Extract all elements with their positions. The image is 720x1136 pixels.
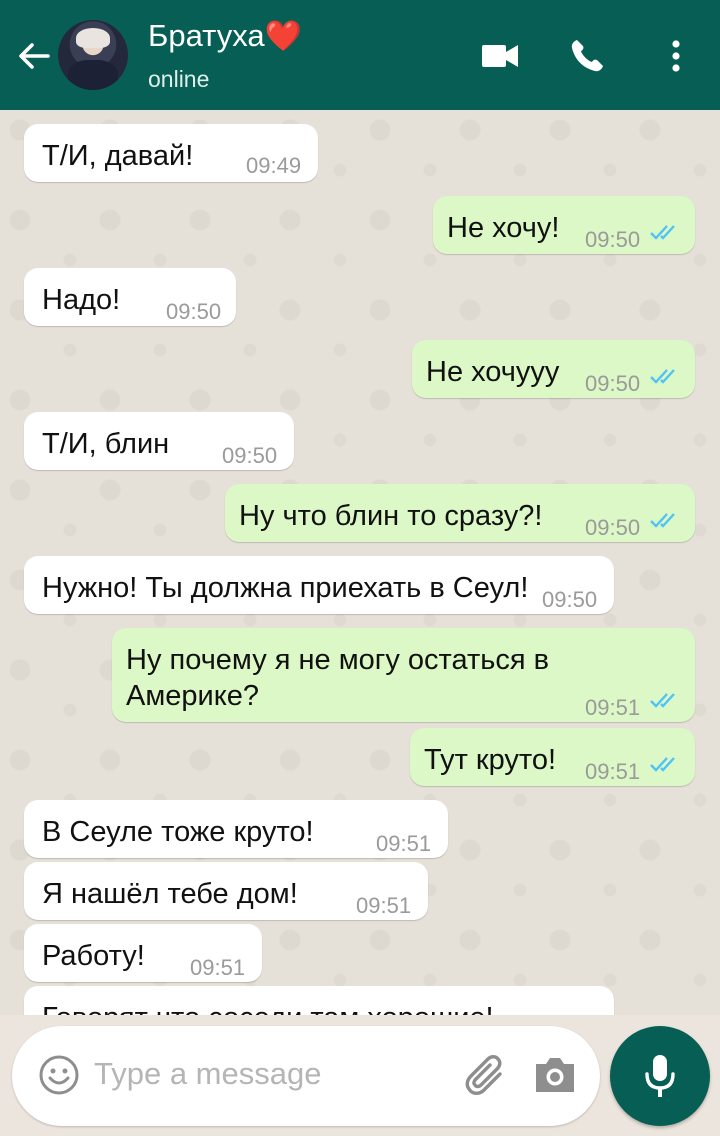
message-time: 09:50	[585, 227, 641, 252]
message-text: Т/И, давай!	[42, 140, 194, 172]
message-input[interactable]: Type a message	[94, 1056, 321, 1092]
message-incoming[interactable]: Работу! 09:51	[24, 924, 262, 982]
read-ticks-icon	[650, 513, 675, 528]
emoji-icon[interactable]	[38, 1054, 80, 1096]
message-text: Тут круто!	[424, 744, 557, 776]
message-text: Говорят что соседи там хорошие!	[42, 1000, 494, 1015]
message-text: Т/И, блин	[42, 428, 170, 460]
message-time: 09:50	[166, 299, 222, 324]
message-incoming[interactable]: Я нашёл тебе дом! 09:51	[24, 862, 428, 920]
message-time: 09:50	[542, 587, 598, 612]
message-time: 09:50	[585, 371, 641, 396]
message-time: 09:51	[585, 695, 641, 720]
arrow-left-icon[interactable]	[14, 36, 54, 76]
read-ticks-icon	[650, 693, 675, 708]
message-time: 09:51	[356, 893, 412, 918]
read-ticks-icon	[650, 757, 675, 772]
contact-name[interactable]: Братуха❤️	[148, 18, 302, 54]
message-time: 09:50	[222, 443, 278, 468]
message-text: Ну почему я не могу остаться в Америке?	[126, 644, 550, 712]
message-text: Работу!	[42, 940, 145, 972]
message-outgoing[interactable]: Ну почему я не могу остаться в Америке? …	[112, 628, 695, 722]
message-text: Не хочу!	[447, 212, 560, 244]
read-ticks-icon	[650, 225, 675, 240]
message-list[interactable]: Т/И, давай! 09:49 Не хочу! 09:50 Надо! 0…	[0, 110, 720, 1015]
message-text: Я нашёл тебе дом!	[42, 878, 298, 910]
phone-icon[interactable]	[567, 36, 607, 76]
camera-icon[interactable]	[532, 1054, 578, 1096]
message-incoming[interactable]: В Сеуле тоже круто! 09:51	[24, 800, 448, 858]
message-incoming[interactable]: Надо! 09:50	[24, 268, 236, 326]
microphone-icon	[645, 1055, 675, 1097]
message-outgoing[interactable]: Ну что блин то сразу?! 09:50	[225, 484, 695, 542]
more-vertical-icon[interactable]	[656, 36, 696, 76]
voice-record-button[interactable]	[610, 1026, 710, 1126]
message-outgoing[interactable]: Не хочууу 09:50	[412, 340, 695, 398]
contact-name-text: Братуха	[148, 18, 265, 53]
message-time: 09:50	[585, 515, 641, 540]
contact-status: online	[148, 66, 210, 92]
message-time: 09:51	[190, 955, 246, 980]
message-outgoing[interactable]: Тут круто! 09:51	[410, 728, 695, 786]
read-ticks-icon	[650, 369, 675, 384]
message-text: Не хочууу	[426, 356, 560, 388]
message-text: Ну что блин то сразу?!	[239, 500, 543, 532]
message-input-bar[interactable]: Type a message	[12, 1026, 600, 1126]
message-incoming[interactable]: Нужно! Ты должна приехать в Сеул! 09:50	[24, 556, 614, 614]
message-time: 09:49	[246, 153, 302, 178]
paperclip-icon[interactable]	[464, 1052, 508, 1098]
message-incoming[interactable]: Говорят что соседи там хорошие!	[24, 986, 614, 1015]
video-camera-icon[interactable]	[480, 36, 520, 76]
chat-header: Братуха❤️ online	[0, 0, 720, 110]
message-text: В Сеуле тоже круто!	[42, 816, 314, 848]
message-incoming[interactable]: Т/И, блин 09:50	[24, 412, 294, 470]
message-incoming[interactable]: Т/И, давай! 09:49	[24, 124, 318, 182]
message-text: Надо!	[42, 284, 121, 316]
message-text: Нужно! Ты должна приехать в Сеул!	[42, 572, 529, 604]
avatar[interactable]	[58, 20, 128, 90]
message-outgoing[interactable]: Не хочу! 09:50	[433, 196, 695, 254]
message-time: 09:51	[585, 759, 641, 784]
message-time: 09:51	[376, 831, 432, 856]
heart-emoji: ❤️	[264, 20, 302, 53]
